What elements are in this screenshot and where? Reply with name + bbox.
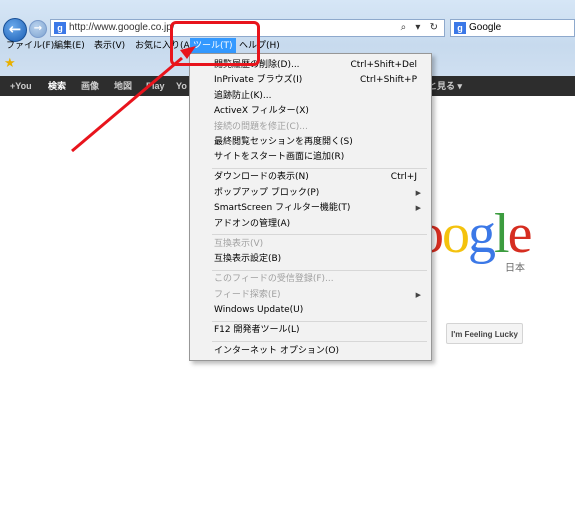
annotation-arrow-shaft [71, 56, 183, 153]
annotation-arrow-head [180, 46, 196, 59]
annotation-arrow-layer [71, 46, 196, 153]
